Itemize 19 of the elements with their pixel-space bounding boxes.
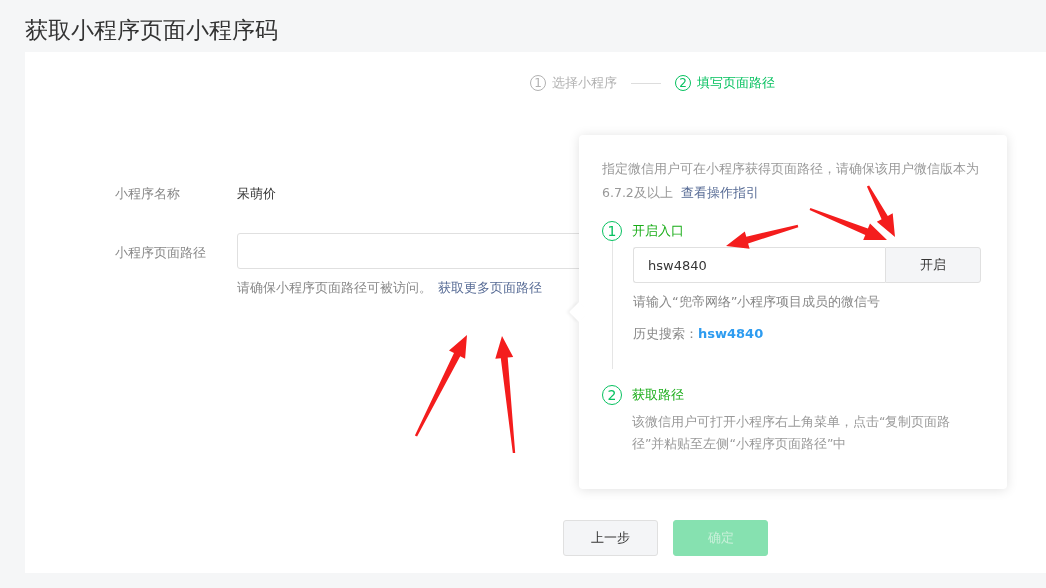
step-description: 该微信用户可打开小程序右上角菜单，点击“复制页面路径”并粘贴至左侧“小程序页面路径”中: [632, 413, 952, 453]
hint-text: 请输入“兜帝网络”小程序项目成员的微信号: [633, 293, 882, 311]
page-title: 获取小程序页面小程序码: [24, 16, 279, 45]
step-label: 填写页面路径: [697, 74, 775, 92]
field-label: 小程序名称: [115, 185, 181, 203]
intro-text: 指定微信用户可在小程序获得页面路径，请确保该用户微信版本为6.7.2及以上 查看操作指引: [602, 160, 980, 202]
back-button[interactable]: 上一步: [563, 520, 658, 556]
field-label: 小程序页面路径: [115, 244, 207, 262]
step-connector: [631, 82, 661, 84]
history-label: 历史搜索：: [633, 326, 698, 341]
input-field[interactable]: hsw4840: [633, 247, 886, 283]
more-paths-link[interactable]: 获取更多页面路径: [438, 279, 542, 297]
step-label: 选择小程序: [552, 74, 617, 92]
step-title: 开启入口: [632, 222, 684, 240]
step-title: 获取路径: [632, 386, 684, 404]
hint-text: 请确保小程序页面路径可被访问。: [237, 279, 432, 297]
open-button[interactable]: 开启: [885, 247, 981, 283]
field-value: 呆萌价: [237, 185, 276, 203]
guide-link[interactable]: 查看操作指引: [680, 185, 759, 200]
